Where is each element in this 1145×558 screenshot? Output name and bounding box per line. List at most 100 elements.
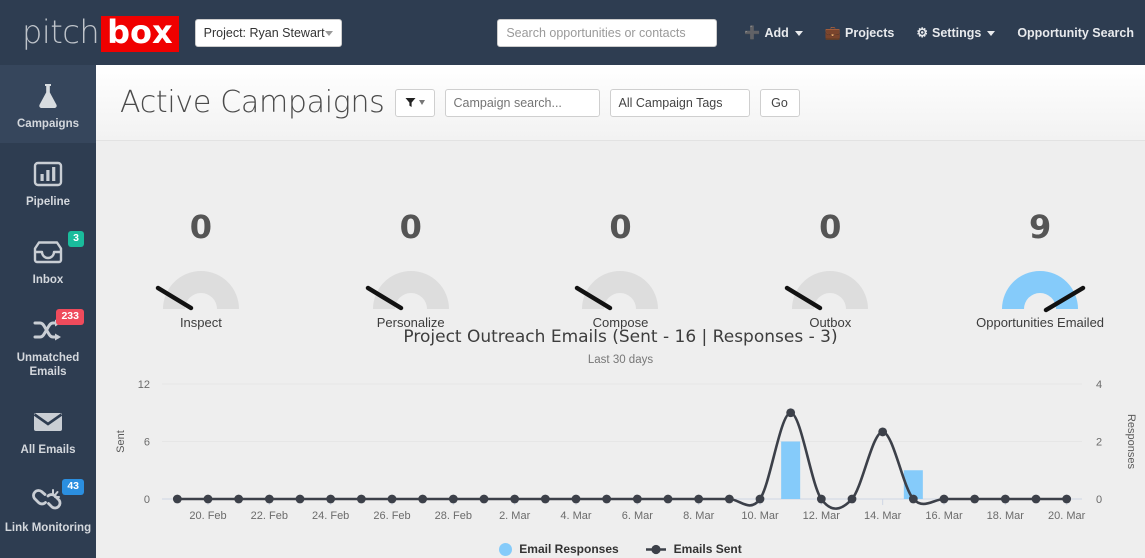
- svg-text:4. Mar: 4. Mar: [560, 510, 592, 522]
- outreach-chart: Project Outreach Emails (Sent - 16 | Res…: [96, 327, 1145, 558]
- chevron-down-icon: [794, 31, 803, 36]
- funnel-icon: [405, 98, 415, 107]
- gauge-row: 0 Inspect 0 Personalize 0 Compose 0 Outb…: [96, 142, 1145, 342]
- legend-label-email-responses: Email Responses: [519, 542, 619, 556]
- chart-canvas: 0 6 12 0 2 4 Sent Responses 20. Feb 22. Feb 24. Fe…: [115, 379, 1137, 522]
- gauge-inspect[interactable]: 0 Inspect: [96, 142, 306, 342]
- svg-text:24. Feb: 24. Feb: [312, 510, 349, 522]
- sidebar-item-client-report[interactable]: Client Report: [0, 547, 96, 558]
- svg-text:18. Mar: 18. Mar: [987, 510, 1025, 522]
- chart-plot-area: 0 6 12 0 2 4 Sent Responses 20. Feb 22. Feb 24. Fe…: [96, 372, 1145, 537]
- filter-button[interactable]: [394, 88, 435, 117]
- gauge-dial-compose: [575, 271, 659, 311]
- logo-text-pitch: pitch: [22, 13, 100, 52]
- go-button[interactable]: Go: [759, 88, 800, 117]
- campaign-tags-value: All Campaign Tags: [618, 95, 723, 110]
- gear-icon: ⚙: [916, 25, 928, 40]
- gauge-dial-opportunities-emailed: [1002, 271, 1086, 313]
- global-search-input[interactable]: [497, 18, 718, 47]
- topnav-label-add: Add: [764, 25, 789, 40]
- gauge-value-inspect: 0: [189, 208, 213, 246]
- svg-text:20. Feb: 20. Feb: [189, 510, 226, 522]
- svg-text:10. Mar: 10. Mar: [741, 510, 779, 522]
- legend-label-emails-sent: Emails Sent: [673, 542, 742, 556]
- global-search-wrapper: [497, 18, 718, 47]
- svg-text:0: 0: [144, 494, 150, 506]
- main-content: Active Campaigns All Campaign Tags Go 0 …: [96, 65, 1145, 558]
- sidebar-label-inbox: Inbox: [32, 274, 64, 286]
- sidebar-label-pipeline: Pipeline: [25, 196, 71, 208]
- chart-legend: Email Responses Emails Sent: [96, 542, 1145, 556]
- legend-item-emails-sent[interactable]: Emails Sent: [645, 542, 742, 556]
- sidebar-badge-link-monitoring: 43: [62, 479, 84, 495]
- sidebar-item-inbox[interactable]: 3 Inbox: [0, 221, 96, 299]
- svg-text:0: 0: [1096, 494, 1102, 506]
- top-navigation-bar: pitchbox Project: Ryan Stewart ➕ Add 💼 P…: [0, 0, 1145, 65]
- chevron-down-icon: [987, 31, 996, 36]
- svg-text:12: 12: [138, 379, 150, 391]
- briefcase-icon: 💼: [824, 25, 841, 40]
- svg-text:14. Mar: 14. Mar: [864, 510, 902, 522]
- svg-text:Responses: Responses: [1125, 414, 1137, 470]
- topnav-label-projects: Projects: [845, 25, 895, 40]
- gauge-dial-inspect: [155, 271, 239, 311]
- gauge-value-opportunities-emailed: 9: [1028, 208, 1052, 246]
- gauge-compose[interactable]: 0 Compose: [516, 142, 726, 342]
- gauge-value-compose: 0: [609, 208, 632, 246]
- campaign-tags-select[interactable]: All Campaign Tags: [609, 88, 750, 117]
- sidebar-label-link-monitoring: Link Monitoring: [4, 522, 92, 534]
- flask-icon: [4, 79, 92, 113]
- topnav-item-opportunity-search[interactable]: Opportunity Search: [1006, 26, 1145, 40]
- sidebar-label-unmatched-emails: Unmatched Emails: [16, 352, 80, 378]
- gauge-dial-personalize: [365, 271, 449, 311]
- svg-text:28. Feb: 28. Feb: [435, 510, 472, 522]
- gauge-personalize[interactable]: 0 Personalize: [306, 142, 516, 342]
- legend-item-email-responses[interactable]: Email Responses: [499, 542, 619, 556]
- gauge-outbox[interactable]: 0 Outbox: [725, 142, 935, 342]
- svg-text:2. Mar: 2. Mar: [499, 510, 531, 522]
- svg-text:22. Feb: 22. Feb: [251, 510, 288, 522]
- svg-text:Sent: Sent: [115, 430, 127, 453]
- svg-text:16. Mar: 16. Mar: [925, 510, 963, 522]
- campaign-search-input[interactable]: [444, 88, 600, 117]
- bar-chart-icon: [4, 157, 92, 191]
- plus-circle-icon: ➕: [744, 25, 761, 40]
- page-header: Active Campaigns All Campaign Tags Go: [96, 65, 1145, 141]
- topnav-item-add[interactable]: ➕ Add: [733, 26, 814, 40]
- project-select-dropdown[interactable]: Project: Ryan Stewart: [194, 18, 343, 47]
- sidebar-item-unmatched-emails[interactable]: 233 Unmatched Emails: [0, 299, 96, 391]
- envelope-icon: [4, 405, 92, 439]
- chart-subtitle: Last 30 days: [587, 354, 654, 366]
- sidebar-item-campaigns[interactable]: Campaigns: [0, 65, 96, 143]
- sidebar-badge-inbox: 3: [68, 231, 84, 247]
- topnav-item-projects[interactable]: 💼 Projects: [814, 26, 906, 40]
- topnav-item-settings[interactable]: ⚙ Settings: [905, 26, 1006, 40]
- svg-text:12. Mar: 12. Mar: [803, 510, 841, 522]
- sidebar-item-pipeline[interactable]: Pipeline: [0, 143, 96, 221]
- project-select-value: Project: Ryan Stewart: [203, 25, 325, 40]
- svg-text:6: 6: [144, 437, 150, 449]
- gauge-dial-outbox: [785, 271, 869, 311]
- app-logo[interactable]: pitch box: [0, 13, 179, 52]
- line-marker-icon: [645, 544, 666, 554]
- top-nav-links: ➕ Add 💼 Projects ⚙ Settings Opportunity …: [733, 26, 1145, 40]
- gauge-value-personalize: 0: [399, 208, 422, 246]
- topnav-label-settings: Settings: [932, 25, 982, 40]
- svg-text:2: 2: [1096, 437, 1102, 449]
- sidebar: Campaigns Pipeline 3 Inbox 233 Unmatched…: [0, 65, 96, 558]
- svg-text:6. Mar: 6. Mar: [622, 510, 654, 522]
- gauge-value-outbox: 0: [819, 208, 842, 246]
- sidebar-label-campaigns: Campaigns: [17, 118, 79, 130]
- svg-text:20. Mar: 20. Mar: [1048, 510, 1086, 522]
- sidebar-badge-unmatched-emails: 233: [56, 309, 84, 325]
- topnav-label-opportunity-search: Opportunity Search: [1017, 25, 1134, 40]
- sidebar-item-link-monitoring[interactable]: 43 Link Monitoring: [0, 469, 96, 547]
- gauge-opportunities-emailed[interactable]: 9 Opportunities Emailed: [935, 142, 1145, 342]
- sidebar-item-all-emails[interactable]: All Emails: [0, 391, 96, 469]
- svg-text:8. Mar: 8. Mar: [683, 510, 715, 522]
- sidebar-label-all-emails: All Emails: [20, 444, 76, 456]
- circle-icon: [499, 542, 513, 556]
- logo-text-box: box: [101, 16, 179, 52]
- chevron-down-icon: [418, 100, 425, 105]
- svg-text:4: 4: [1096, 379, 1102, 391]
